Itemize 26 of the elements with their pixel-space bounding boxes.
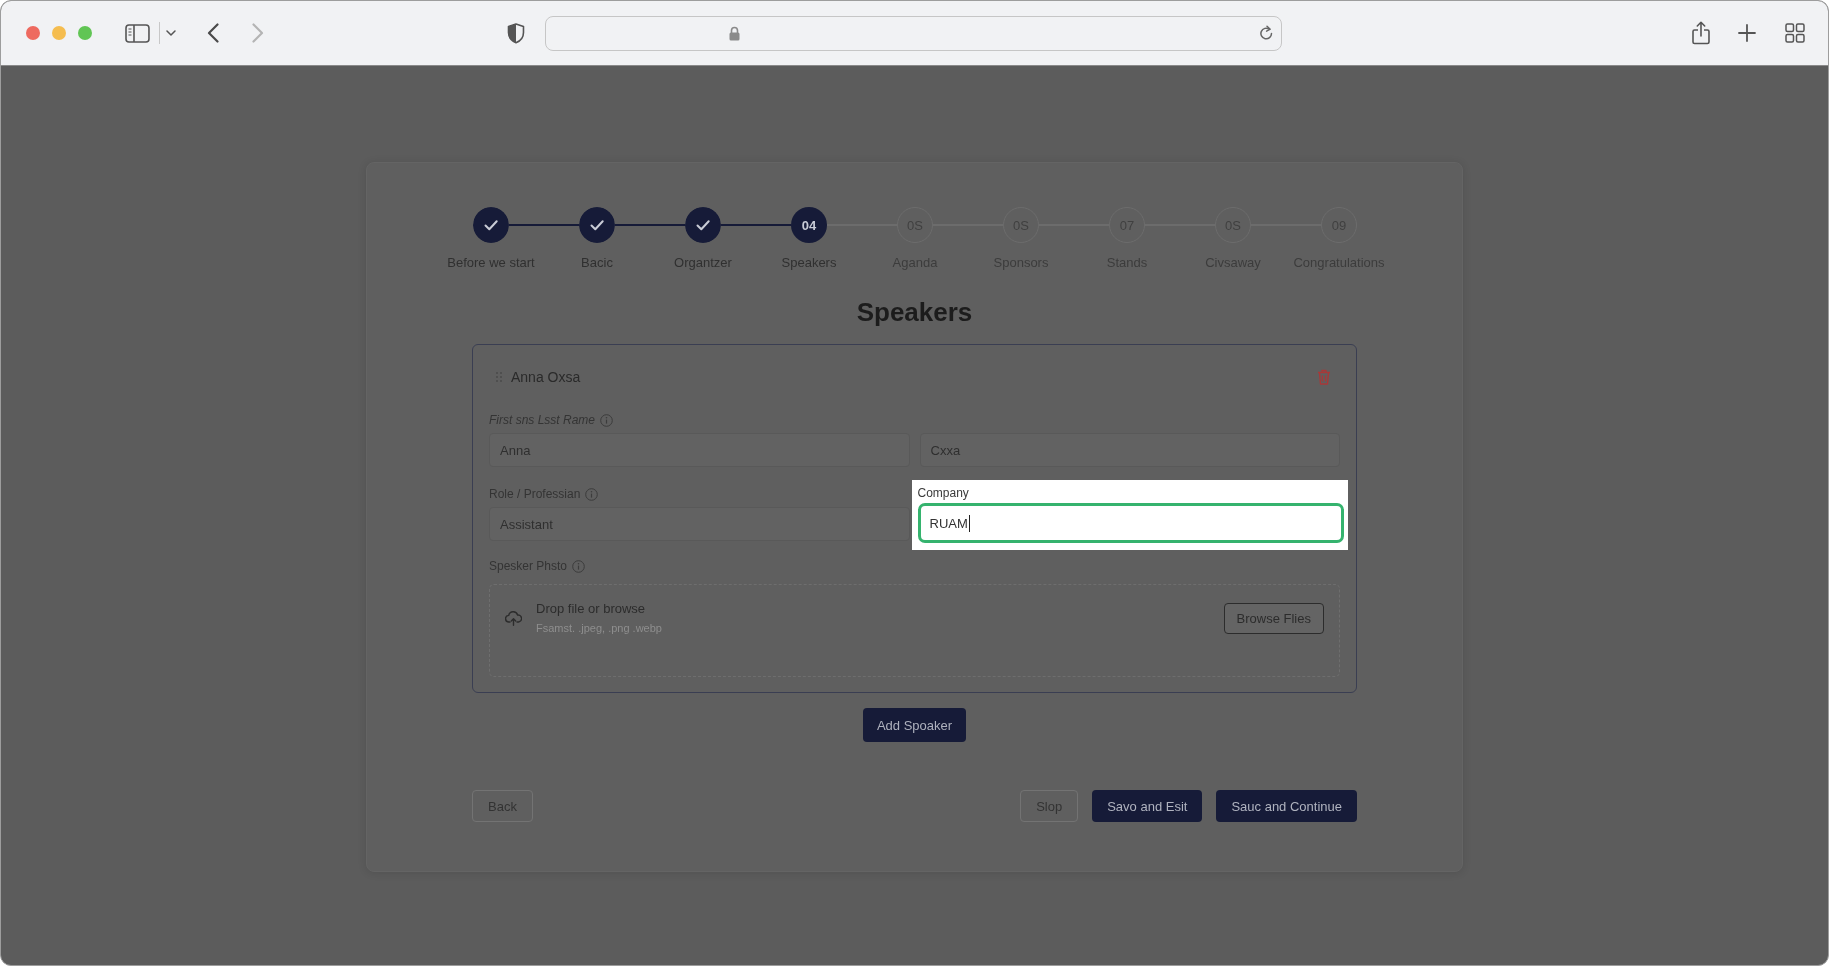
save-exit-button[interactable]: Savo and Esit xyxy=(1092,790,1203,822)
plus-icon[interactable] xyxy=(1738,24,1756,42)
page-title: Speakers xyxy=(855,297,974,327)
close-window-icon[interactable] xyxy=(26,26,40,40)
step-connector xyxy=(615,224,685,226)
back-icon[interactable] xyxy=(206,23,219,43)
info-icon xyxy=(600,413,614,427)
tabs-grid-icon[interactable] xyxy=(1785,23,1805,43)
step-connector xyxy=(721,224,791,226)
chevron-down-icon[interactable] xyxy=(165,30,176,36)
step-number: 04 xyxy=(791,207,827,243)
company-label: Company xyxy=(917,486,969,500)
company-input[interactable]: RUAM xyxy=(917,503,1344,543)
info-icon xyxy=(572,559,586,573)
sidebar-icon[interactable] xyxy=(124,23,150,43)
info-icon xyxy=(585,487,599,501)
browse-files-button[interactable]: Browse Flies xyxy=(1223,602,1324,634)
lock-icon xyxy=(728,25,740,41)
add-speaker-button[interactable]: Add Spoaker xyxy=(862,708,967,742)
share-icon[interactable] xyxy=(1692,21,1711,45)
step-connector xyxy=(509,224,579,226)
reload-icon[interactable] xyxy=(1259,24,1275,42)
cloud-upload-icon xyxy=(505,610,522,626)
shield-icon[interactable] xyxy=(506,22,525,44)
text-cursor-icon xyxy=(968,514,971,532)
save-continue-button[interactable]: Sauc and Continue xyxy=(1216,790,1357,822)
